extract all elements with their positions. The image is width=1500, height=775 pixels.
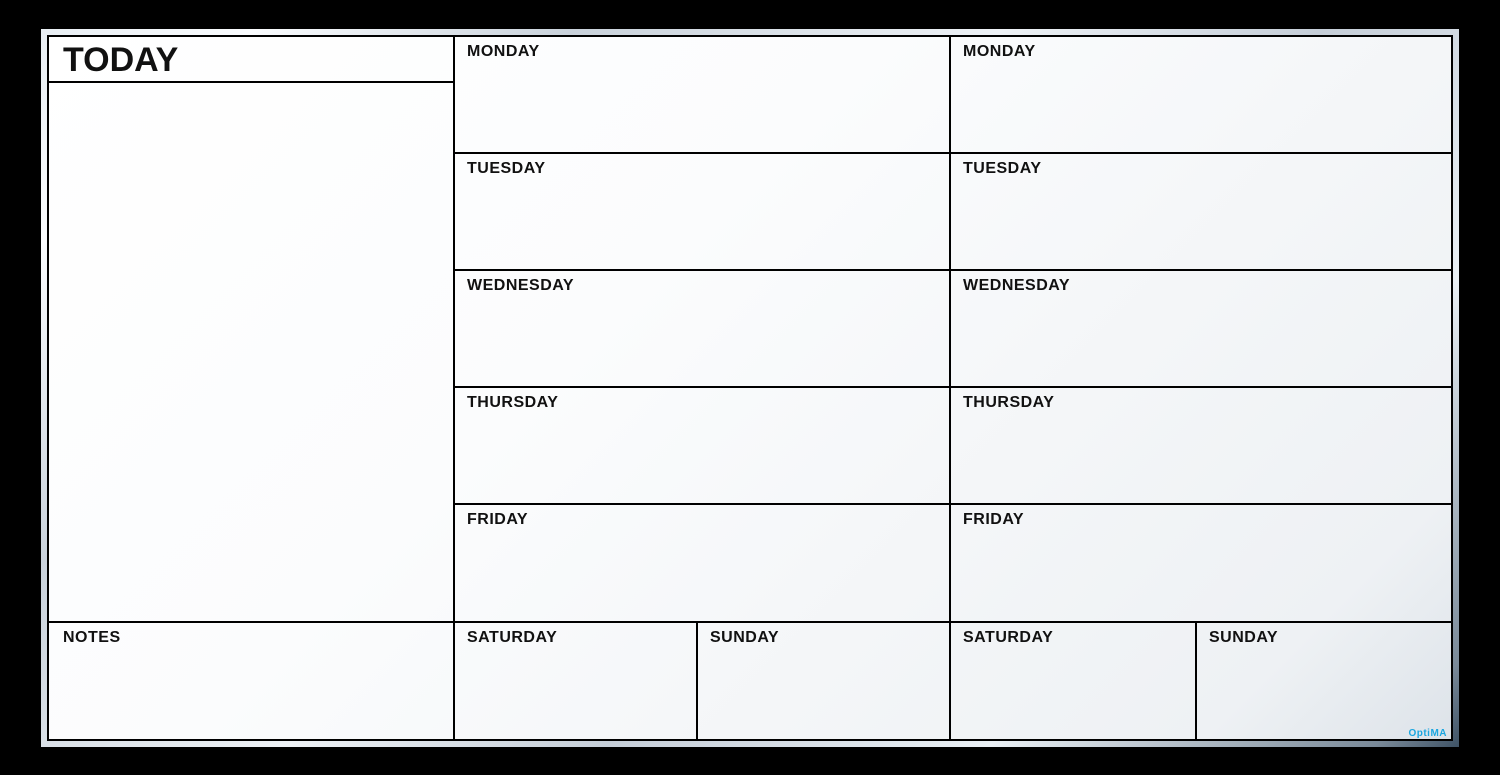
- week1-saturday-label: SATURDAY: [467, 629, 557, 647]
- brand-mark: OptiMA: [1408, 728, 1447, 739]
- week1-sunday-label: SUNDAY: [710, 629, 779, 647]
- today-header-divider: [47, 81, 453, 83]
- notes-divider: [47, 621, 453, 623]
- week2-tuesday-label: TUESDAY: [963, 160, 1041, 178]
- row-5: [453, 621, 1453, 623]
- row-3: [453, 386, 1453, 388]
- row-1: [453, 152, 1453, 154]
- row-4: [453, 503, 1453, 505]
- week1-monday-label: MONDAY: [467, 43, 540, 61]
- week2-sat-sun-divider: [1195, 621, 1197, 741]
- divider-col-2: [949, 35, 951, 741]
- week1-sat-sun-divider: [696, 621, 698, 741]
- divider-col-1: [453, 35, 455, 741]
- week1-thursday-label: THURSDAY: [467, 394, 558, 412]
- week2-sunday-label: SUNDAY: [1209, 629, 1278, 647]
- week2-saturday-label: SATURDAY: [963, 629, 1053, 647]
- week1-wednesday-label: WEDNESDAY: [467, 277, 574, 295]
- notes-header: NOTES: [63, 629, 121, 647]
- week1-friday-label: FRIDAY: [467, 511, 528, 529]
- week1-tuesday-label: TUESDAY: [467, 160, 545, 178]
- whiteboard-surface: TODAY NOTES MONDAY TUESDAY WEDNESDAY THU…: [47, 35, 1453, 741]
- week2-thursday-label: THURSDAY: [963, 394, 1054, 412]
- row-2: [453, 269, 1453, 271]
- today-header: TODAY: [63, 41, 178, 80]
- whiteboard-frame: TODAY NOTES MONDAY TUESDAY WEDNESDAY THU…: [41, 29, 1459, 747]
- week2-monday-label: MONDAY: [963, 43, 1036, 61]
- week2-wednesday-label: WEDNESDAY: [963, 277, 1070, 295]
- week2-friday-label: FRIDAY: [963, 511, 1024, 529]
